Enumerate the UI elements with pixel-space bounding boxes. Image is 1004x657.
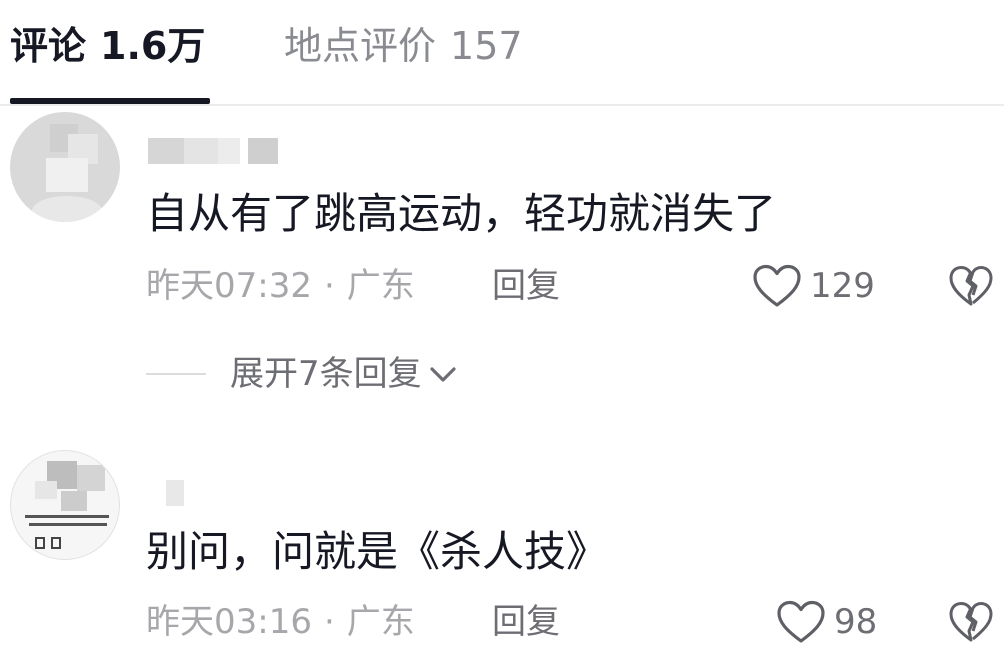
expand-divider	[146, 373, 206, 375]
tab-place-reviews-count: 157	[450, 24, 523, 68]
username-redacted[interactable]	[166, 480, 186, 506]
comment-location: 广东	[346, 266, 415, 306]
tab-comments-label: 评论	[10, 24, 87, 68]
comments-panel: 评论 1.6万 地点评价 157 自从有了跳高运动，轻功就消失了 昨天07:32 · 广…	[0, 0, 1004, 657]
tab-place-reviews-label: 地点评价	[284, 24, 437, 68]
comment-location: 广东	[346, 602, 415, 642]
comment-time: 昨天07:32	[146, 266, 312, 306]
comment-time: 昨天03:16	[146, 602, 312, 642]
avatar[interactable]	[10, 112, 120, 222]
like-button[interactable]: 98	[776, 598, 877, 646]
like-count: 129	[810, 266, 875, 306]
reply-button[interactable]: 回复	[492, 262, 560, 310]
expand-replies-label: 展开7条回复	[230, 354, 422, 394]
like-button[interactable]: 129	[752, 262, 875, 310]
like-count: 98	[834, 602, 878, 642]
tab-comments[interactable]: 评论 1.6万	[10, 20, 205, 72]
expand-replies-button[interactable]: 展开7条回复	[146, 350, 458, 398]
tab-place-reviews[interactable]: 地点评价 157	[284, 20, 523, 72]
broken-heart-icon	[949, 602, 993, 642]
comment-meta: 昨天07:32 · 广东	[146, 262, 415, 310]
heart-outline-icon	[753, 264, 801, 307]
comment-text: 别问，问就是《杀人技》	[146, 527, 609, 576]
comment-meta: 昨天03:16 · 广东	[146, 598, 415, 646]
meta-separator: ·	[323, 602, 335, 642]
broken-heart-icon	[949, 266, 993, 306]
avatar[interactable]	[10, 450, 120, 560]
tab-comments-count: 1.6万	[100, 24, 206, 68]
meta-separator: ·	[323, 266, 335, 306]
heart-outline-icon	[777, 600, 825, 643]
tab-bar: 评论 1.6万 地点评价 157	[0, 0, 1004, 106]
comment-text: 自从有了跳高运动，轻功就消失了	[146, 189, 777, 238]
chevron-down-icon	[430, 367, 456, 382]
active-tab-indicator	[10, 98, 210, 104]
dislike-button[interactable]	[946, 262, 996, 310]
dislike-button[interactable]	[946, 598, 996, 646]
username-redacted[interactable]	[148, 138, 278, 164]
reply-button[interactable]: 回复	[492, 598, 560, 646]
